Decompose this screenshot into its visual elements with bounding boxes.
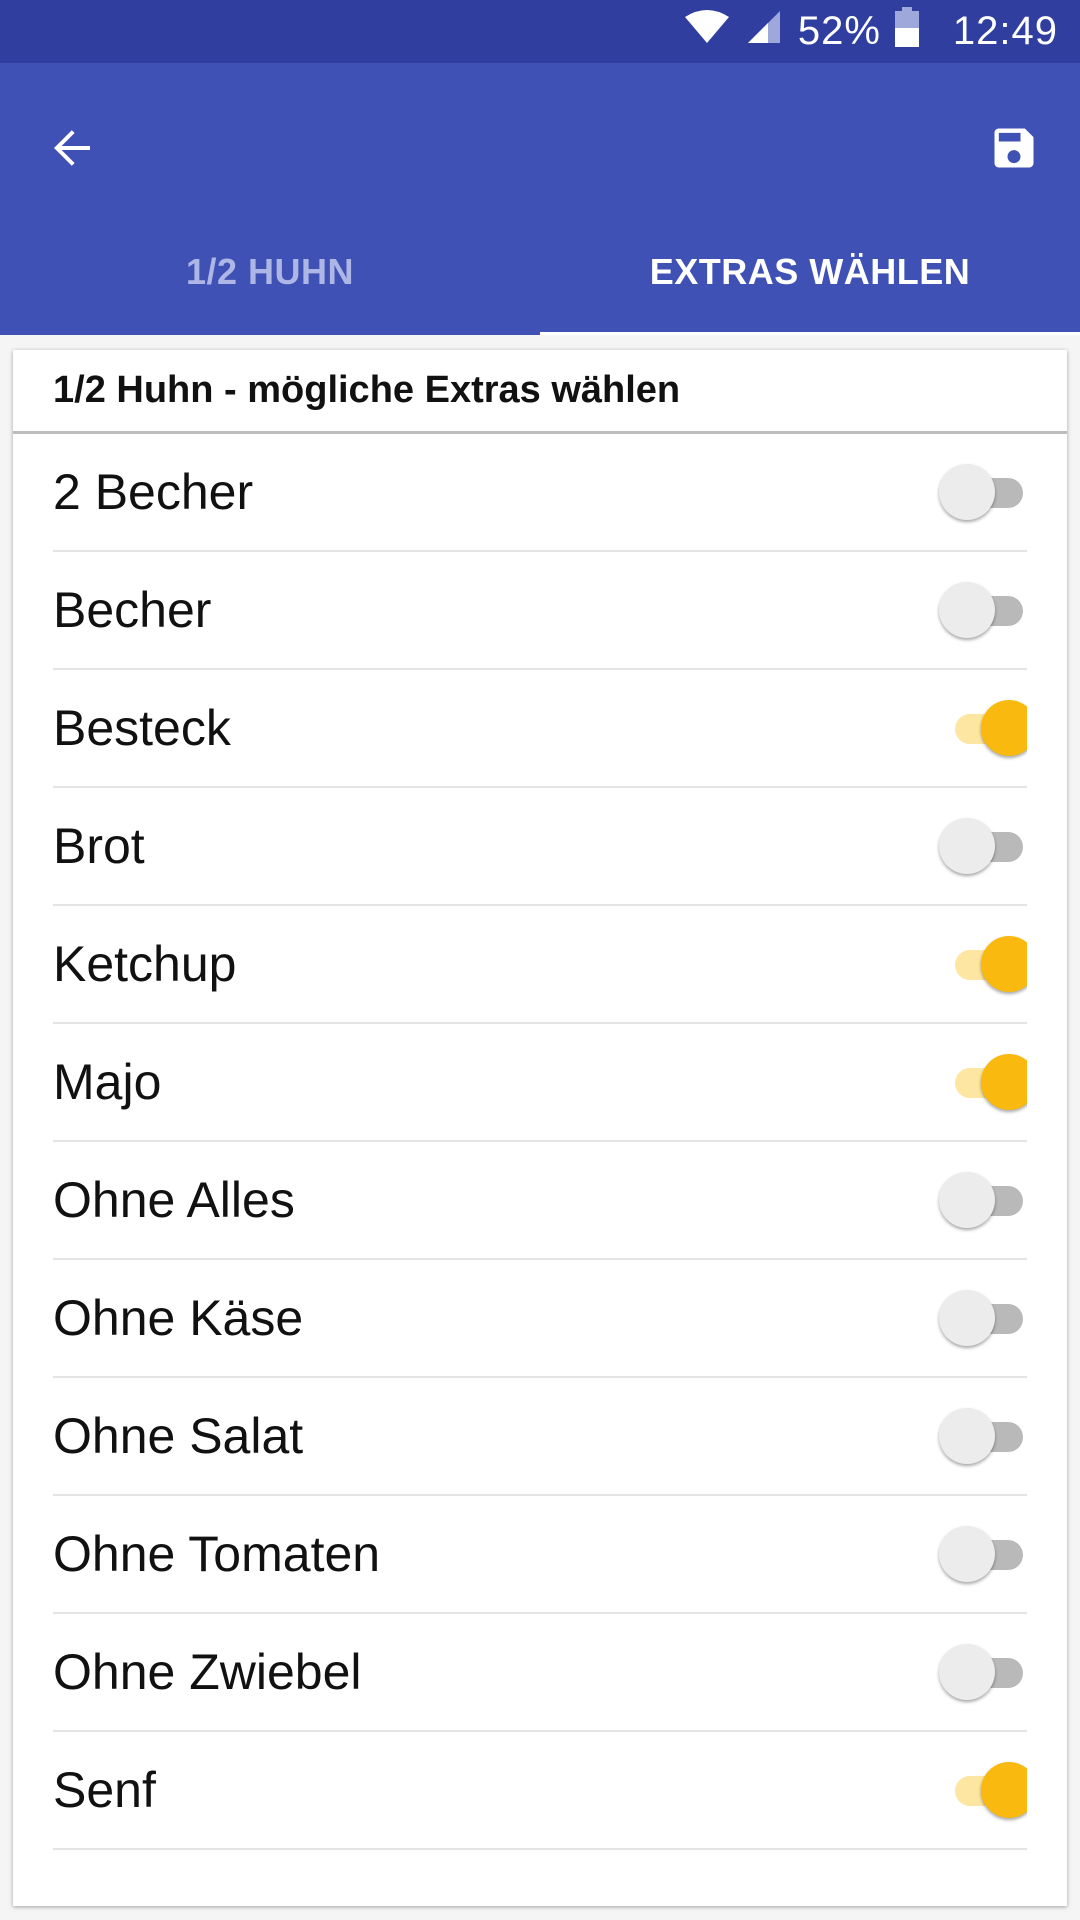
tab-bar: 1/2 HUHN EXTRAS WÄHLEN [0, 208, 1080, 337]
extra-toggle-switch[interactable] [927, 1406, 1027, 1466]
list-item[interactable]: Ohne Tomaten [53, 1496, 1027, 1614]
extra-toggle-switch[interactable] [927, 580, 1027, 640]
extra-label: Besteck [53, 700, 231, 756]
extra-toggle-switch[interactable] [927, 1524, 1027, 1584]
switch-thumb [939, 1526, 995, 1582]
cell-signal-icon [746, 9, 782, 55]
switch-thumb [939, 1408, 995, 1464]
list-item[interactable]: Ketchup [53, 906, 1027, 1024]
switch-thumb [939, 464, 995, 520]
status-indicators: 52% 12:49 [684, 0, 1058, 63]
extra-label: 2 Becher [53, 464, 254, 520]
battery-percent: 52% [797, 9, 881, 53]
list-item[interactable]: Ohne Käse [53, 1260, 1027, 1378]
tab-half-chicken[interactable]: 1/2 HUHN [0, 208, 540, 335]
extra-toggle-switch[interactable] [927, 698, 1027, 758]
list-item[interactable]: Majo [53, 1024, 1027, 1142]
extra-toggle-switch[interactable] [927, 1052, 1027, 1112]
list-item[interactable]: 2 Becher [53, 434, 1027, 552]
wifi-icon [684, 9, 730, 55]
tab-choose-extras[interactable]: EXTRAS WÄHLEN [540, 208, 1080, 337]
switch-thumb [939, 1644, 995, 1700]
switch-thumb [981, 1054, 1027, 1110]
clock: 12:49 [952, 9, 1058, 53]
extra-toggle-switch[interactable] [927, 462, 1027, 522]
switch-thumb [939, 818, 995, 874]
list-item[interactable]: Besteck [53, 670, 1027, 788]
switch-thumb [939, 1172, 995, 1228]
list-item[interactable]: Ohne Zwiebel [53, 1614, 1027, 1732]
extra-label: Ohne Salat [53, 1408, 304, 1464]
list-item[interactable]: Ohne Alles [53, 1142, 1027, 1260]
switch-thumb [981, 936, 1027, 992]
switch-thumb [981, 1762, 1027, 1818]
extra-label: Becher [53, 582, 212, 638]
extra-toggle-switch[interactable] [927, 1642, 1027, 1702]
list-item[interactable]: Becher [53, 552, 1027, 670]
back-button[interactable] [30, 108, 114, 192]
extra-label: Ohne Zwiebel [53, 1644, 362, 1700]
extras-card: 1/2 Huhn - mögliche Extras wählen 2 Bech… [13, 350, 1067, 1906]
battery-icon [894, 6, 919, 57]
content-area: 1/2 Huhn - mögliche Extras wählen 2 Bech… [0, 335, 1080, 1920]
extra-label: Ohne Tomaten [53, 1526, 381, 1582]
extra-toggle-switch[interactable] [927, 1760, 1027, 1820]
extra-label: Brot [53, 818, 145, 874]
switch-thumb [939, 1290, 995, 1346]
card-header: 1/2 Huhn - mögliche Extras wählen [13, 350, 1067, 434]
arrow-back-icon [48, 124, 96, 177]
list-item[interactable]: Ohne Salat [53, 1378, 1027, 1496]
list-item[interactable]: Brot [53, 788, 1027, 906]
extra-label: Senf [53, 1762, 156, 1818]
extra-label: Ohne Käse [53, 1290, 304, 1346]
save-button[interactable] [972, 108, 1056, 192]
save-floppy-icon [988, 122, 1040, 179]
extras-list: 2 Becher Becher Besteck Brot Ketchup Majo Ohne… [53, 434, 1027, 1891]
switch-thumb [939, 582, 995, 638]
app-bar: 1/2 HUHN EXTRAS WÄHLEN [0, 63, 1080, 337]
extra-toggle-switch[interactable] [927, 934, 1027, 994]
extra-toggle-switch[interactable] [927, 816, 1027, 876]
extra-toggle-switch[interactable] [927, 1170, 1027, 1230]
extra-label: Ohne Alles [53, 1172, 295, 1228]
status-bar: 52% 12:49 [0, 0, 1080, 63]
list-item[interactable]: Senf [53, 1732, 1027, 1850]
extra-label: Ketchup [53, 936, 237, 992]
extra-label: Majo [53, 1054, 162, 1110]
switch-thumb [981, 700, 1027, 756]
extra-toggle-switch[interactable] [927, 1288, 1027, 1348]
